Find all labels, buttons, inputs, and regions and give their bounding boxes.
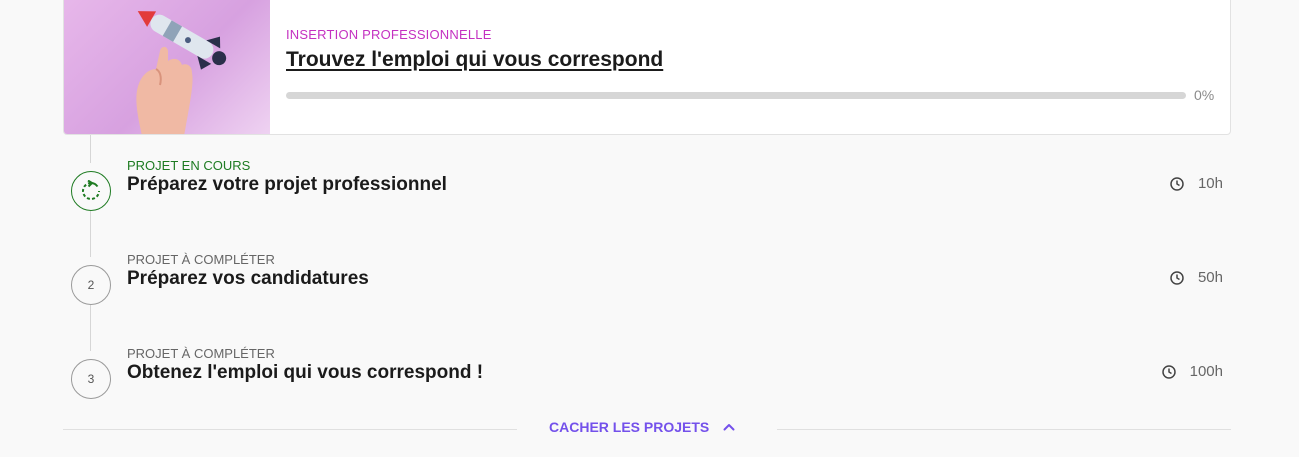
- hide-projects-button[interactable]: CACHER LES PROJETS: [549, 419, 735, 435]
- duration-value: 10h: [1197, 175, 1223, 192]
- project-title-link[interactable]: Obtenez l'emploi qui vous correspond !: [127, 362, 483, 384]
- timeline-connector: [90, 135, 91, 163]
- project-item[interactable]: PROJET EN COURS Préparez votre projet pr…: [63, 158, 1231, 251]
- refresh-icon: [82, 180, 100, 200]
- progress-percentage: 0%: [1194, 87, 1215, 103]
- clock-icon: [1161, 364, 1176, 379]
- project-status: PROJET EN COURS: [127, 158, 251, 173]
- project-status: PROJET À COMPLÉTER: [127, 346, 275, 361]
- path-thumbnail: [64, 0, 270, 134]
- divider: [63, 429, 517, 430]
- project-step-number: 2: [71, 265, 111, 305]
- path-card[interactable]: INSERTION PROFESSIONNELLE Trouvez l'empl…: [63, 0, 1231, 135]
- project-duration: 10h: [1170, 175, 1223, 192]
- path-card-body: INSERTION PROFESSIONNELLE Trouvez l'empl…: [286, 0, 1215, 134]
- rocket-hand-illustration: [136, 11, 227, 134]
- duration-value: 100h: [1189, 363, 1223, 380]
- project-status: PROJET À COMPLÉTER: [127, 252, 275, 267]
- project-title-link[interactable]: Préparez votre projet professionnel: [127, 174, 447, 196]
- project-step-current: [71, 171, 111, 211]
- clock-icon: [1170, 176, 1184, 191]
- duration-value: 50h: [1197, 269, 1223, 286]
- chevron-up-icon: [723, 424, 735, 431]
- path-title-link[interactable]: Trouvez l'emploi qui vous correspond: [286, 48, 663, 72]
- hide-projects-label: CACHER LES PROJETS: [549, 419, 710, 435]
- divider: [777, 429, 1231, 430]
- path-category: INSERTION PROFESSIONNELLE: [286, 27, 492, 42]
- progress-bar: [286, 92, 1186, 99]
- clock-icon: [1170, 270, 1184, 285]
- project-duration: 100h: [1161, 363, 1223, 380]
- project-title-link[interactable]: Préparez vos candidatures: [127, 268, 369, 290]
- project-step-number: 3: [71, 359, 111, 399]
- project-duration: 50h: [1170, 269, 1223, 286]
- project-item[interactable]: 2 PROJET À COMPLÉTER Préparez vos candid…: [63, 252, 1231, 345]
